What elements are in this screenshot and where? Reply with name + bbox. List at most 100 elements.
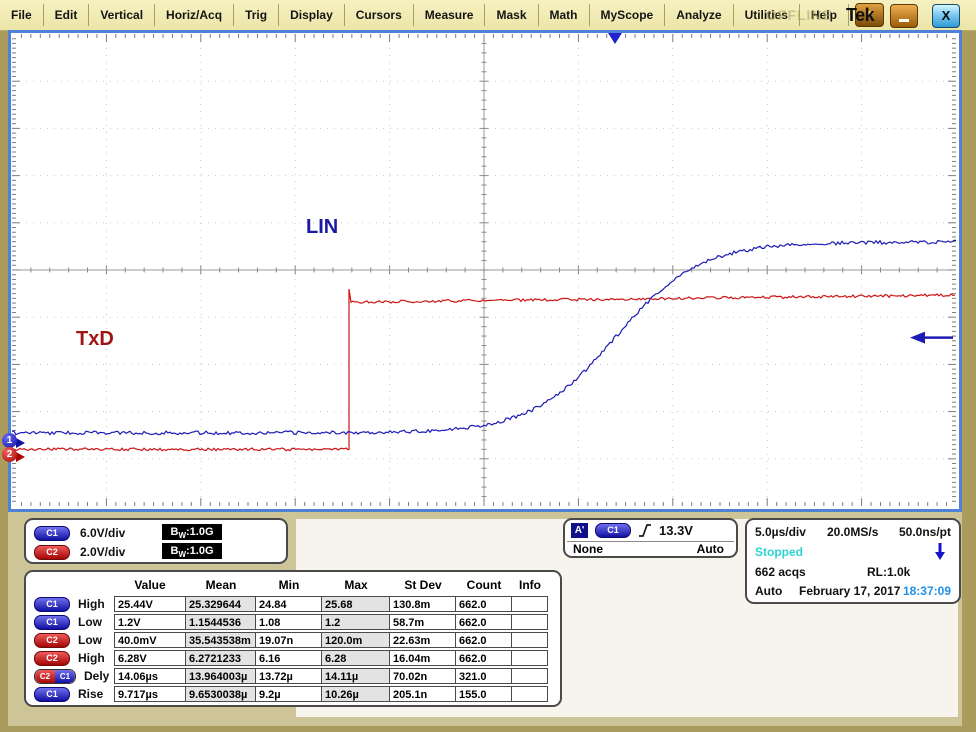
clock-text: 18:37:09 [903, 584, 951, 598]
menu-item-display[interactable]: Display [279, 4, 345, 26]
menu-item-measure[interactable]: Measure [414, 4, 486, 26]
measurement-name: High [78, 651, 105, 665]
channel-badge-c2c1: C2C1 [34, 669, 76, 684]
column-header-count: Count [456, 576, 512, 594]
menu-item-analyze[interactable]: Analyze [665, 4, 733, 26]
timebase-box[interactable]: 5.0µs/div 20.0MS/s 50.0ns/pt Stopped 662… [745, 518, 961, 604]
measurement-row-low[interactable]: C2Low40.0mV35.543538m19.07n120.0m22.63m6… [30, 632, 548, 648]
measurement-row-dely[interactable]: C2C1 Dely 14.06µs13.964003µ13.72µ14.11µ70.… [30, 668, 548, 684]
measurement-cell-count: 662.0 [456, 614, 512, 630]
measurement-label-cell: C1Low [30, 614, 114, 630]
measurement-cell-mean: 13.964003µ [186, 668, 256, 684]
menu-item-file[interactable]: File [0, 4, 44, 26]
measurements-header-row: ValueMeanMinMaxSt DevCountInfo [30, 576, 548, 594]
menu-item-cursors[interactable]: Cursors [345, 4, 414, 26]
measurement-label-cell: C2 Low [30, 632, 114, 648]
trigger-level-value: 13.3V [659, 523, 693, 538]
tek-logo: Tek [846, 5, 874, 26]
measurement-cell-count: 662.0 [456, 632, 512, 648]
column-header-st-dev: St Dev [390, 576, 456, 594]
measurement-cell-max: 25.68 [322, 596, 390, 612]
measurements-rows: C1High25.44V25.32964424.8425.68130.8m662… [30, 596, 548, 702]
measurement-cell-st-dev: 22.63m [390, 632, 456, 648]
menu-bar: FileEditVerticalHoriz/AcqTrigDisplayCurs… [0, 0, 976, 31]
ch2-scale-row[interactable]: C2 2.0V/div [34, 544, 125, 560]
ch2-ground-marker[interactable]: 2 [2, 447, 17, 462]
measurement-cell-st-dev: 205.1n [390, 686, 456, 702]
measurement-cell-min: 9.2µ [256, 686, 322, 702]
measurement-cell-st-dev: 58.7m [390, 614, 456, 630]
menu-item-vertical[interactable]: Vertical [89, 4, 155, 26]
ch1-ground-marker[interactable]: 1 [2, 433, 17, 448]
time-per-div: 5.0µs/div [755, 525, 806, 539]
ch1-badge: C1 [34, 526, 70, 541]
txd-trace-label: TxD [76, 328, 114, 351]
measurement-name: Dely [84, 669, 109, 683]
ch1-bandwidth-badge: BW:1.0G [162, 524, 222, 540]
measurement-name: Low [78, 633, 102, 647]
measurement-row-rise[interactable]: C1Rise9.717µs9.6530038µ9.2µ10.26µ205.1n1… [30, 686, 548, 702]
measurement-cell-max: 6.28 [322, 650, 390, 666]
menu-item-edit[interactable]: Edit [44, 4, 90, 26]
measurement-cell-st-dev: 130.8m [390, 596, 456, 612]
menu-item-trig[interactable]: Trig [234, 4, 279, 26]
measurement-cell-count: 321.0 [456, 668, 512, 684]
control-readout-panel: C1 6.0V/div BW:1.0G C2 2.0V/div BW:1.0G … [8, 512, 962, 726]
trigger-a-badge: A' [571, 523, 588, 538]
measurement-cell-count: 155.0 [456, 686, 512, 702]
column-header-min: Min [256, 576, 322, 594]
channel-badge-c2: C2 [34, 633, 70, 648]
measurement-row-high[interactable]: C1High25.44V25.32964424.8425.68130.8m662… [30, 596, 548, 612]
measurements-box[interactable]: ValueMeanMinMaxSt DevCountInfo C1High25.… [24, 570, 562, 707]
trigger-mode-label: Auto [697, 542, 724, 556]
trigger-source-badge: C1 [595, 523, 631, 538]
minimize-icon [899, 19, 909, 22]
acquisition-count: 662 acqs [755, 565, 806, 579]
measurements-table: ValueMeanMinMaxSt DevCountInfo C1High25.… [30, 576, 548, 702]
measurement-cell-info [512, 650, 548, 666]
channels-box[interactable]: C1 6.0V/div BW:1.0G C2 2.0V/div BW:1.0G [24, 518, 288, 564]
trigger-summary-row: A' C1 13.3V [571, 523, 693, 538]
ch1-scale: 6.0V/div [80, 526, 125, 540]
measurement-name: High [78, 597, 105, 611]
minimize-button[interactable] [890, 4, 918, 28]
acquisition-status: Stopped [755, 545, 803, 559]
measurement-cell-st-dev: 70.02n [390, 668, 456, 684]
channel-badge-c2: C2 [34, 651, 70, 666]
measurement-cell-max: 14.11µ [322, 668, 390, 684]
sample-resolution: 50.0ns/pt [899, 525, 951, 539]
measurement-cell-max: 120.0m [322, 632, 390, 648]
measurement-cell-info [512, 596, 548, 612]
measurement-cell-value: 1.2V [114, 614, 186, 630]
measurement-row-low[interactable]: C1Low1.2V1.15445361.081.258.7m662.0 [30, 614, 548, 630]
measurement-row-high[interactable]: C2High6.28V6.27212336.166.2816.04m662.0 [30, 650, 548, 666]
column-header-blank [30, 576, 114, 594]
trigger-level-arrow[interactable] [910, 332, 953, 344]
measurement-cell-min: 6.16 [256, 650, 322, 666]
channel-badge-c1: C1 [34, 687, 70, 702]
measurement-cell-value: 9.717µs [114, 686, 186, 702]
trigger-box[interactable]: A' C1 13.3V None Auto [563, 518, 738, 558]
measurement-label-cell: C1Rise [30, 686, 114, 702]
measurement-cell-value: 14.06µs [114, 668, 186, 684]
plot-svg [12, 34, 956, 506]
column-header-value: Value [114, 576, 186, 594]
rising-edge-icon [638, 523, 652, 538]
ch1-marker-arrow-icon [16, 438, 25, 448]
measurement-cell-value: 40.0mV [114, 632, 186, 648]
channel-badge-c1: C1 [34, 615, 70, 630]
menu-item-myscope[interactable]: MyScope [590, 4, 666, 26]
menu-item-math[interactable]: Math [539, 4, 590, 26]
ch2-scale: 2.0V/div [80, 545, 125, 559]
menu-item-mask[interactable]: Mask [485, 4, 538, 26]
measurement-cell-mean: 9.6530038µ [186, 686, 256, 702]
measurement-cell-info [512, 614, 548, 630]
menu-item-horiz-acq[interactable]: Horiz/Acq [155, 4, 234, 26]
close-button[interactable]: X [932, 4, 960, 28]
measurement-cell-mean: 1.1544536 [186, 614, 256, 630]
ch1-scale-row[interactable]: C1 6.0V/div [34, 525, 125, 541]
measurement-cell-max: 10.26µ [322, 686, 390, 702]
measurement-cell-min: 24.84 [256, 596, 322, 612]
measurement-cell-min: 13.72µ [256, 668, 322, 684]
trigger-position-marker[interactable] [608, 33, 622, 44]
